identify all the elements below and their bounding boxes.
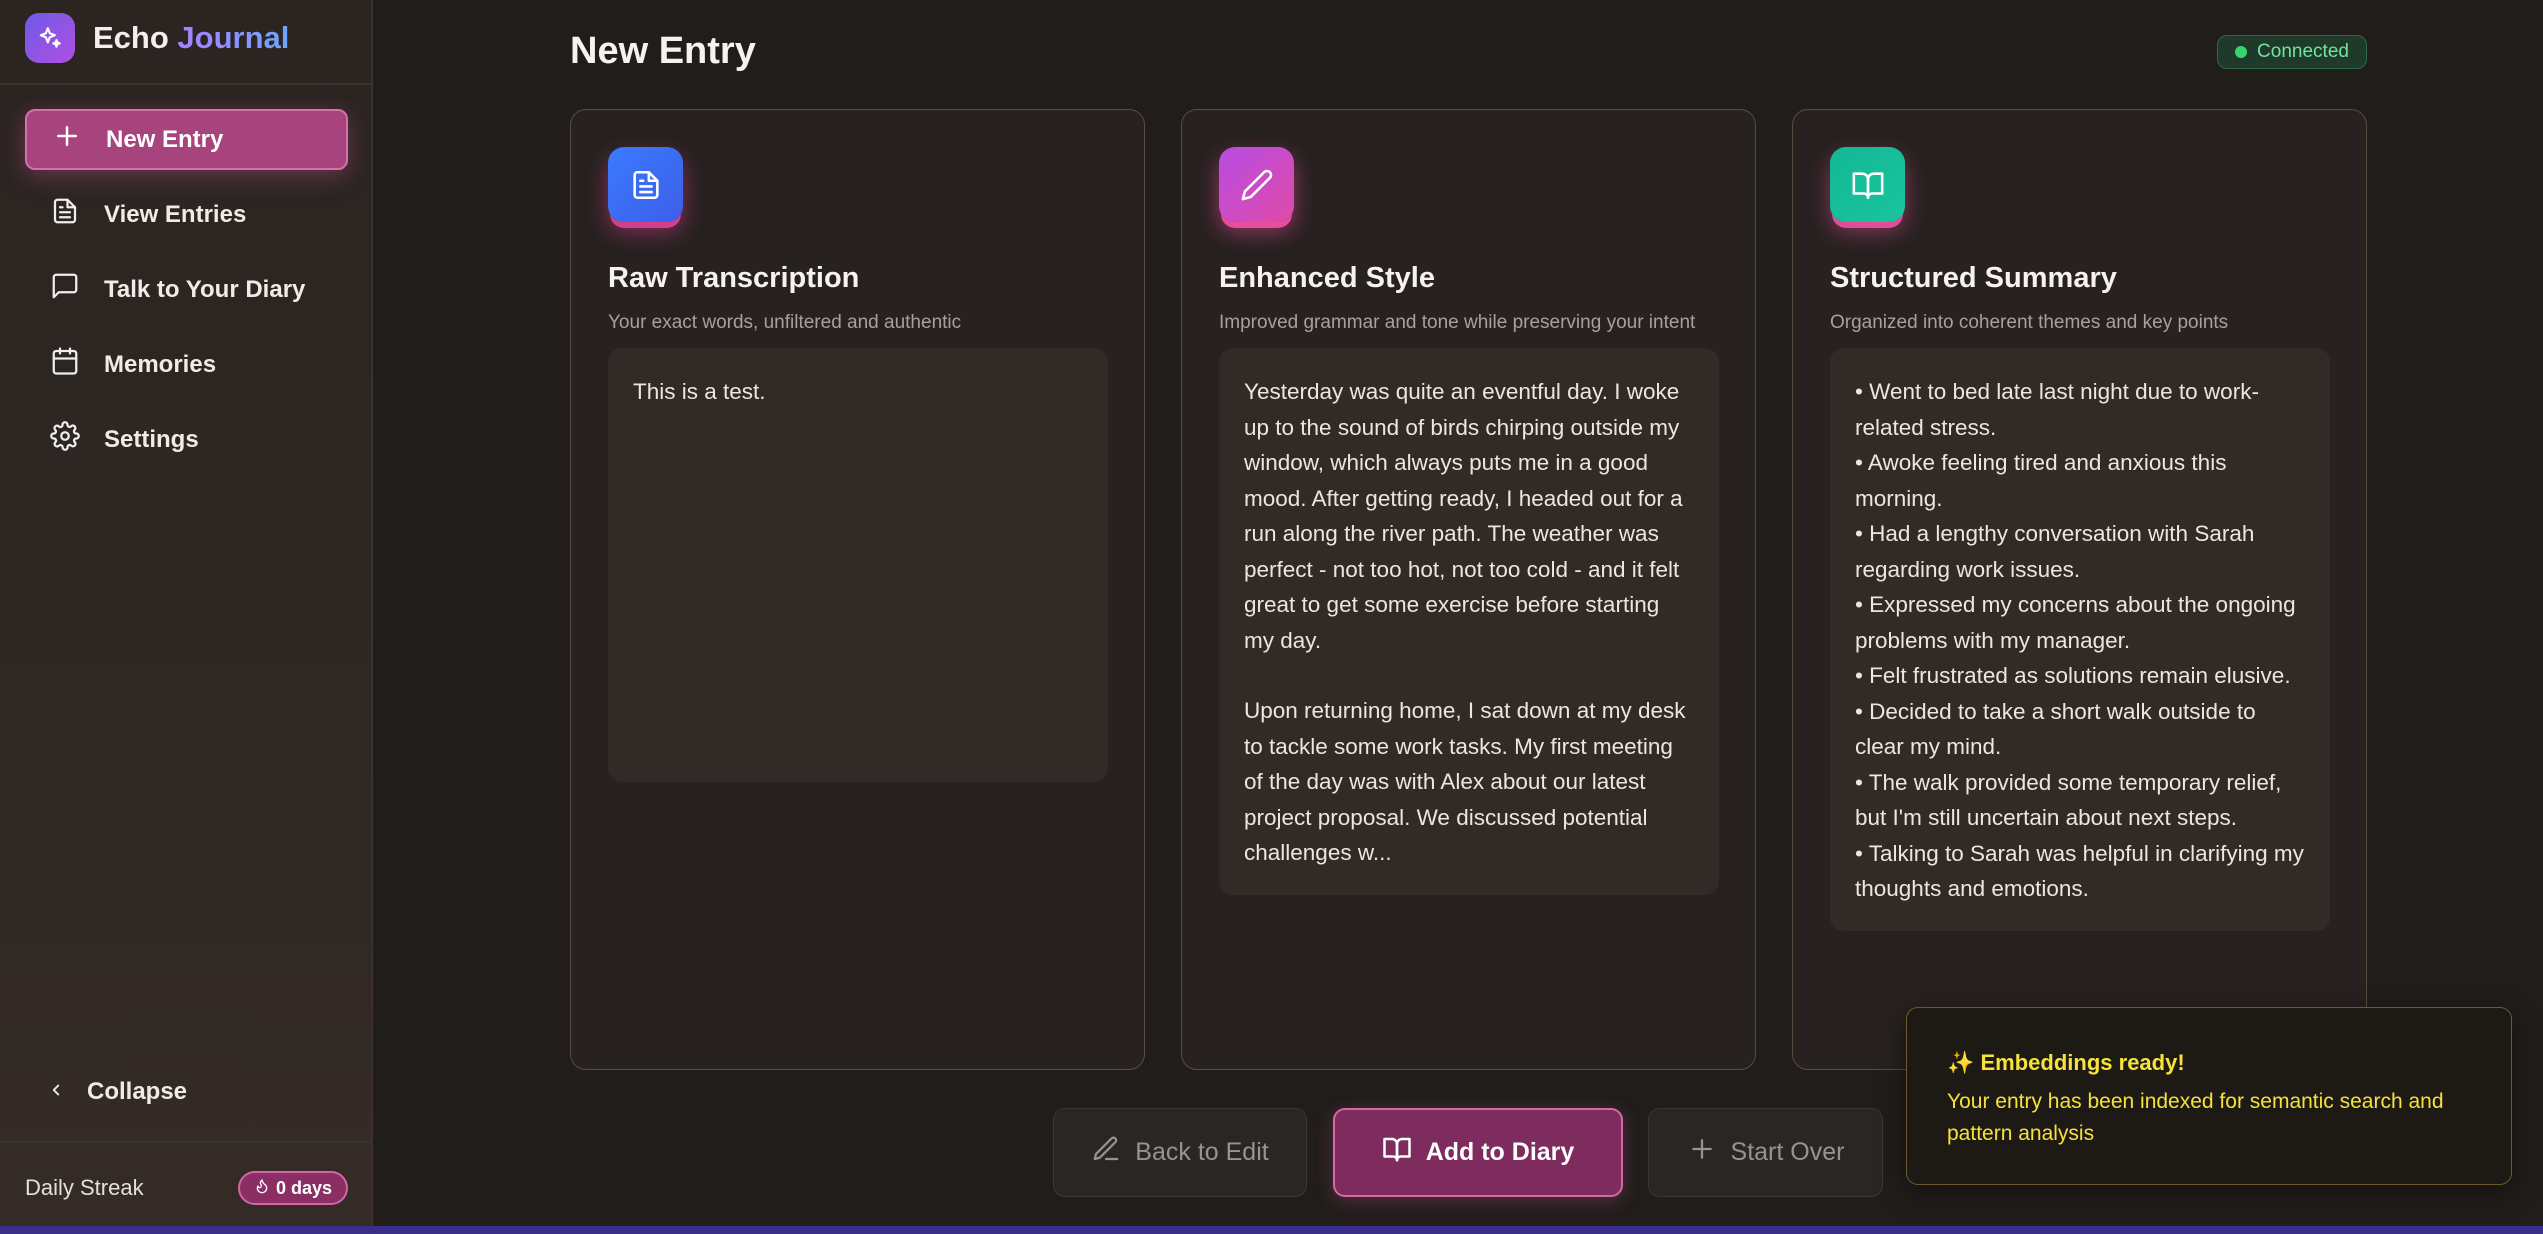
- card-subtitle: Your exact words, unfiltered and authent…: [608, 312, 962, 333]
- card-raw-transcription: Raw Transcription Your exact words, unfi…: [570, 109, 1145, 1070]
- card-title: Enhanced Style: [1219, 262, 1435, 294]
- brand[interactable]: Echo Journal: [25, 8, 289, 68]
- document-icon: [608, 147, 683, 222]
- list-item: • Awoke feeling tired and anxious this m…: [1855, 450, 2227, 511]
- status-text: Connected: [2257, 41, 2349, 62]
- back-to-edit-label: Back to Edit: [1135, 1138, 1269, 1166]
- card-enhanced-style: Enhanced Style Improved grammar and tone…: [1181, 109, 1756, 1070]
- start-over-button[interactable]: Start Over: [1648, 1108, 1883, 1197]
- add-to-diary-label: Add to Diary: [1425, 1138, 1575, 1166]
- status-badge: Connected: [2217, 35, 2367, 69]
- streak-badge: 0 days: [237, 1171, 348, 1205]
- add-to-diary-button[interactable]: Add to Diary: [1333, 1108, 1623, 1197]
- pencil-icon: [1219, 147, 1294, 222]
- app-window: Echo Journal New Entry View Entries Talk…: [0, 0, 2543, 1234]
- book-open-icon: [1830, 147, 1905, 222]
- pencil-icon: [1091, 1134, 1121, 1171]
- toast-message: Your entry has been indexed for semantic…: [1947, 1090, 2444, 1145]
- back-to-edit-button[interactable]: Back to Edit: [1053, 1108, 1307, 1197]
- chevron-left-icon: [47, 1078, 65, 1106]
- content-paragraph: Yesterday was quite an eventful day. I w…: [1244, 379, 1683, 653]
- start-over-label: Start Over: [1730, 1138, 1845, 1166]
- card-subtitle: Organized into coherent themes and key p…: [1830, 312, 2229, 333]
- sidebar-item-memories[interactable]: Memories: [25, 334, 348, 395]
- card-content: • Went to bed late last night due to wor…: [1830, 348, 2330, 931]
- sidebar-item-label: Talk to Your Diary: [104, 275, 306, 303]
- collapse-label: Collapse: [87, 1078, 188, 1105]
- card-content: Yesterday was quite an eventful day. I w…: [1219, 348, 1719, 895]
- list-item: • Talking to Sarah was helpful in clarif…: [1855, 840, 2304, 902]
- plus-icon: [1687, 1134, 1717, 1171]
- app-name-accent: Journal: [177, 20, 290, 55]
- gear-icon: [50, 421, 80, 458]
- sidebar-item-view-entries[interactable]: View Entries: [25, 184, 348, 245]
- sparkles-icon: [25, 13, 75, 63]
- content-paragraph: Upon returning home, I sat down at my de…: [1244, 698, 1686, 865]
- toast-title: ✨ Embeddings ready!: [1947, 1050, 2185, 1075]
- list-item: • Decided to take a short walk outside t…: [1855, 698, 2256, 760]
- sidebar-item-settings[interactable]: Settings: [25, 409, 348, 470]
- sidebar: Echo Journal New Entry View Entries Talk…: [0, 0, 373, 1226]
- plus-icon: [52, 121, 82, 158]
- flame-icon: [254, 1178, 270, 1199]
- list-item: • The walk provided some temporary relie…: [1855, 769, 2282, 831]
- file-text-icon: [50, 196, 80, 233]
- streak-value: 0 days: [275, 1177, 332, 1198]
- card-subtitle: Improved grammar and tone while preservi…: [1219, 312, 1696, 333]
- card-title: Structured Summary: [1830, 262, 2117, 294]
- book-open-icon: [1382, 1134, 1412, 1171]
- card-structured-summary: Structured Summary Organized into cohere…: [1792, 109, 2367, 1070]
- summary-list: • Went to bed late last night due to wor…: [1855, 374, 2304, 907]
- sidebar-item-new-entry[interactable]: New Entry: [25, 109, 348, 170]
- sidebar-item-label: Memories: [104, 350, 217, 378]
- list-item: • Felt frustrated as solutions remain el…: [1855, 663, 2291, 688]
- list-item: • Expressed my concerns about the ongoin…: [1855, 592, 2296, 653]
- app-name-primary: Echo: [93, 20, 169, 55]
- content-paragraph: This is a test.: [633, 379, 766, 404]
- daily-streak: Daily Streak 0 days: [25, 1170, 348, 1206]
- sidebar-item-talk-to-diary[interactable]: Talk to Your Diary: [25, 259, 348, 320]
- sidebar-item-label: New Entry: [106, 125, 224, 153]
- card-title: Raw Transcription: [608, 262, 860, 294]
- page-title: New Entry: [570, 30, 756, 72]
- status-dot-icon: [2235, 46, 2248, 58]
- taskbar-strip: [0, 1226, 2543, 1234]
- sidebar-item-label: View Entries: [104, 200, 247, 228]
- list-item: • Had a lengthy conversation with Sarah …: [1855, 521, 2255, 582]
- divider: [0, 1141, 371, 1143]
- card-content: This is a test.: [608, 348, 1108, 782]
- calendar-icon: [50, 346, 80, 383]
- sidebar-item-label: Settings: [104, 425, 199, 453]
- message-square-icon: [50, 271, 80, 308]
- sidebar-nav: New Entry View Entries Talk to Your Diar…: [25, 109, 348, 484]
- app-name: Echo Journal: [93, 20, 289, 56]
- collapse-button[interactable]: Collapse: [25, 1062, 187, 1122]
- streak-label: Daily Streak: [25, 1175, 144, 1200]
- list-item: • Went to bed late last night due to wor…: [1855, 379, 2259, 440]
- divider: [0, 83, 371, 85]
- toast-notification[interactable]: ✨ Embeddings ready! Your entry has been …: [1906, 1007, 2512, 1185]
